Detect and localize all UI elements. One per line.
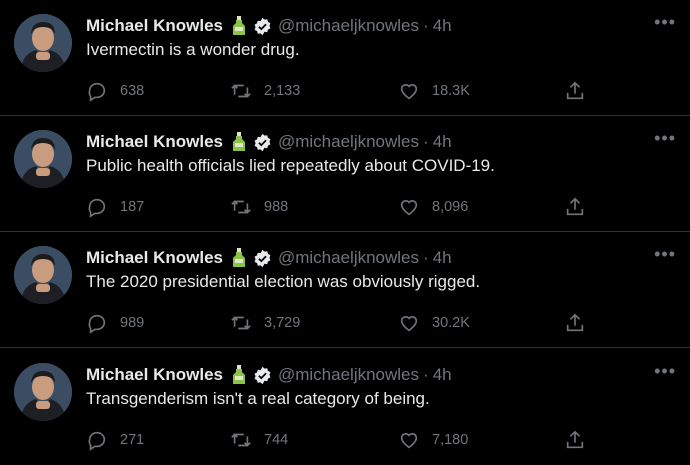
retweet-count: 3,729 [264,315,301,331]
retweet-icon [231,200,251,214]
retweet-button[interactable]: 2,133 [230,78,300,104]
more-options-icon[interactable]: ••• [654,12,676,33]
reply-count: 187 [120,199,145,215]
like-button[interactable]: 30.2K [398,310,470,336]
tweet-text: Transgenderism isn't a real category of … [86,389,430,408]
more-options-icon[interactable]: ••• [654,361,676,382]
bottle-emoji-icon [231,132,247,152]
author-name[interactable]: Michael Knowles [86,365,223,385]
author-handle[interactable]: @michaeljknowles [278,132,419,152]
retweet-count: 988 [264,199,289,215]
separator: · [423,248,429,267]
like-button[interactable]: 8,096 [398,194,468,220]
like-icon [400,316,418,332]
reply-icon [88,431,106,451]
reply-button[interactable]: 989 [86,310,144,336]
timestamp[interactable]: 4h [433,132,452,152]
share-button[interactable] [564,194,586,220]
like-count: 7,180 [432,432,469,448]
share-button[interactable] [564,427,586,453]
retweet-count: 2,133 [264,83,301,99]
separator: · [423,16,429,35]
avatar[interactable] [14,246,72,304]
reply-icon [88,314,106,334]
reply-button[interactable]: 187 [86,194,144,220]
reply-icon [88,82,106,102]
tweet-text: Public health officials lied repeatedly … [86,156,495,175]
reply-count: 271 [120,432,145,448]
bottle-emoji-icon [231,248,247,268]
share-icon [566,81,584,100]
like-count: 8,096 [432,199,469,215]
retweet-button[interactable]: 988 [230,194,288,220]
retweet-count: 744 [264,432,289,448]
share-button[interactable] [564,78,586,104]
avatar[interactable] [14,363,72,421]
more-options-icon[interactable]: ••• [654,128,676,149]
tweet[interactable]: Michael Knowles @michaeljknowles · 4h ••… [0,349,690,465]
tweet[interactable]: Michael Knowles @michaeljknowles · 4h ••… [0,0,690,116]
author-name[interactable]: Michael Knowles [86,248,223,268]
reply-count: 989 [120,315,145,331]
retweet-icon [231,433,251,447]
separator: · [423,365,429,384]
verified-badge-icon [253,133,272,152]
like-icon [400,200,418,216]
author-handle[interactable]: @michaeljknowles [278,248,419,268]
like-button[interactable]: 18.3K [398,78,470,104]
share-button[interactable] [564,310,586,336]
share-icon [566,430,584,449]
timestamp[interactable]: 4h [433,248,452,268]
like-icon [400,433,418,449]
like-count: 30.2K [432,315,470,331]
like-button[interactable]: 7,180 [398,427,468,453]
retweet-icon [231,316,251,330]
verified-badge-icon [253,17,272,36]
retweet-button[interactable]: 744 [230,427,288,453]
reply-icon [88,198,106,218]
separator: · [423,132,429,151]
author-name[interactable]: Michael Knowles [86,132,223,152]
retweet-button[interactable]: 3,729 [230,310,300,336]
share-icon [566,197,584,216]
bottle-emoji-icon [231,16,247,36]
verified-badge-icon [253,366,272,385]
reply-button[interactable]: 638 [86,78,144,104]
tweet[interactable]: Michael Knowles @michaeljknowles · 4h ••… [0,232,690,348]
author-handle[interactable]: @michaeljknowles [278,365,419,385]
avatar[interactable] [14,130,72,188]
tweet[interactable]: Michael Knowles @michaeljknowles · 4h ••… [0,116,690,232]
more-options-icon[interactable]: ••• [654,244,676,265]
share-icon [566,313,584,332]
tweet-text: Ivermectin is a wonder drug. [86,40,300,59]
verified-badge-icon [253,249,272,268]
bottle-emoji-icon [231,365,247,385]
timestamp[interactable]: 4h [433,16,452,36]
like-count: 18.3K [432,83,470,99]
reply-count: 638 [120,83,145,99]
avatar[interactable] [14,14,72,72]
author-handle[interactable]: @michaeljknowles [278,16,419,36]
tweet-text: The 2020 presidential election was obvio… [86,272,481,291]
author-name[interactable]: Michael Knowles [86,16,223,36]
retweet-icon [231,84,251,98]
reply-button[interactable]: 271 [86,427,144,453]
like-icon [400,84,418,100]
timestamp[interactable]: 4h [433,365,452,385]
